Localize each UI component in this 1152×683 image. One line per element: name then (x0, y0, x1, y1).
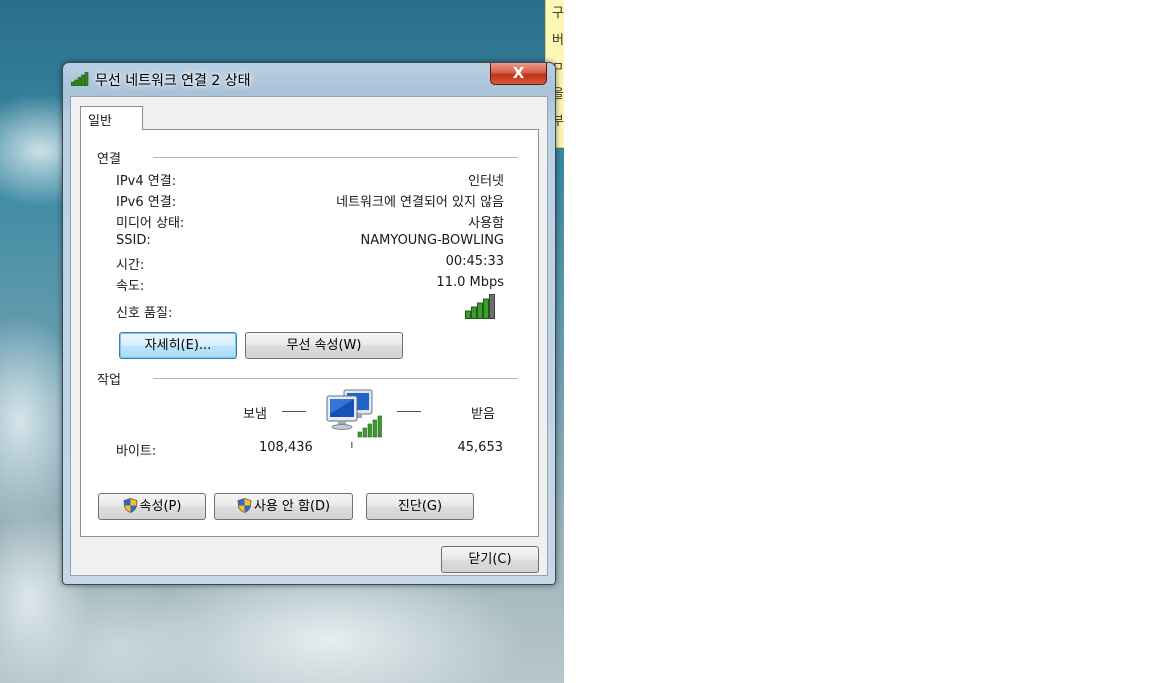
info-label: IPv6 연결: (116, 195, 177, 210)
sent-line (282, 411, 306, 412)
signal-strength-icon (465, 294, 495, 319)
diagnose-button[interactable]: 진단(G) (366, 493, 474, 520)
info-row-ssid: SSID: NAMYOUNG-BOWLING (116, 233, 504, 251)
group-label-activity: 작업 (97, 373, 121, 388)
info-label: 미디어 상태: (116, 216, 185, 231)
info-label: 신호 품질: (116, 306, 173, 321)
properties-button[interactable]: 속성(P) (98, 493, 206, 520)
info-row-ipv6: IPv6 연결: 네트워크에 연결되어 있지 않음 (116, 191, 504, 210)
info-label: 속도: (116, 279, 145, 294)
info-row-signal-quality: 신호 품질: (116, 302, 504, 321)
info-value: 네트워크에 연결되어 있지 않음 (336, 195, 504, 210)
window-title: 무선 네트워크 연결 2 상태 (95, 73, 251, 89)
info-row-speed: 속도: 11.0 Mbps (116, 275, 504, 294)
network-computers-icon (326, 389, 382, 448)
details-button[interactable]: 자세히(E)... (119, 332, 237, 359)
info-value: 11.0 Mbps (436, 275, 504, 290)
uac-shield-icon (123, 498, 137, 513)
sent-label: 보냄 (243, 407, 267, 422)
info-value: 인터넷 (468, 174, 504, 189)
group-divider (153, 378, 518, 379)
tab-general[interactable]: 일반 (80, 106, 143, 130)
info-row-duration: 시간: 00:45:33 (116, 254, 504, 273)
info-label: 시간: (116, 258, 145, 273)
bytes-received-value: 45,653 (457, 440, 504, 455)
wireless-status-window: 무선 네트워크 연결 2 상태 X 일반 연결 IPv4 연결: 인터넷 IPv… (62, 62, 556, 585)
info-row-ipv4: IPv4 연결: 인터넷 (116, 170, 504, 189)
group-label-connection: 연결 (97, 152, 121, 167)
tab-panel-general: 연결 IPv4 연결: 인터넷 IPv6 연결: 네트워크에 연결되어 있지 않… (80, 129, 539, 537)
sticky-note-line: 버 (552, 33, 564, 48)
disable-button[interactable]: 사용 안 함(D) (214, 493, 353, 520)
disable-button-label: 사용 안 함(D) (253, 499, 331, 514)
info-row-media-state: 미디어 상태: 사용함 (116, 212, 504, 231)
info-value: NAMYOUNG-BOWLING (360, 233, 505, 248)
info-label: IPv4 연결: (116, 174, 177, 189)
bytes-sent-value: 108,436 (259, 440, 313, 455)
info-label: SSID: (116, 233, 151, 248)
info-value: 00:45:33 (445, 254, 504, 269)
wireless-properties-button[interactable]: 무선 속성(W) (245, 332, 403, 359)
title-bar[interactable]: 무선 네트워크 연결 2 상태 X (63, 63, 555, 95)
received-line (397, 411, 421, 412)
received-label: 받음 (471, 407, 495, 422)
wireless-signal-icon (71, 72, 89, 86)
info-value: 사용함 (468, 216, 504, 231)
close-button[interactable]: 닫기(C) (441, 546, 539, 573)
sticky-note-line: 구 (552, 6, 564, 21)
bytes-label: 바이트: (116, 444, 157, 459)
uac-shield-icon (237, 498, 252, 513)
properties-button-label: 속성(P) (139, 499, 182, 514)
close-window-button[interactable]: X (490, 63, 547, 85)
group-divider (153, 157, 518, 158)
dialog-client-area: 일반 연결 IPv4 연결: 인터넷 IPv6 연결: 네트워크에 연결되어 있… (70, 96, 548, 576)
